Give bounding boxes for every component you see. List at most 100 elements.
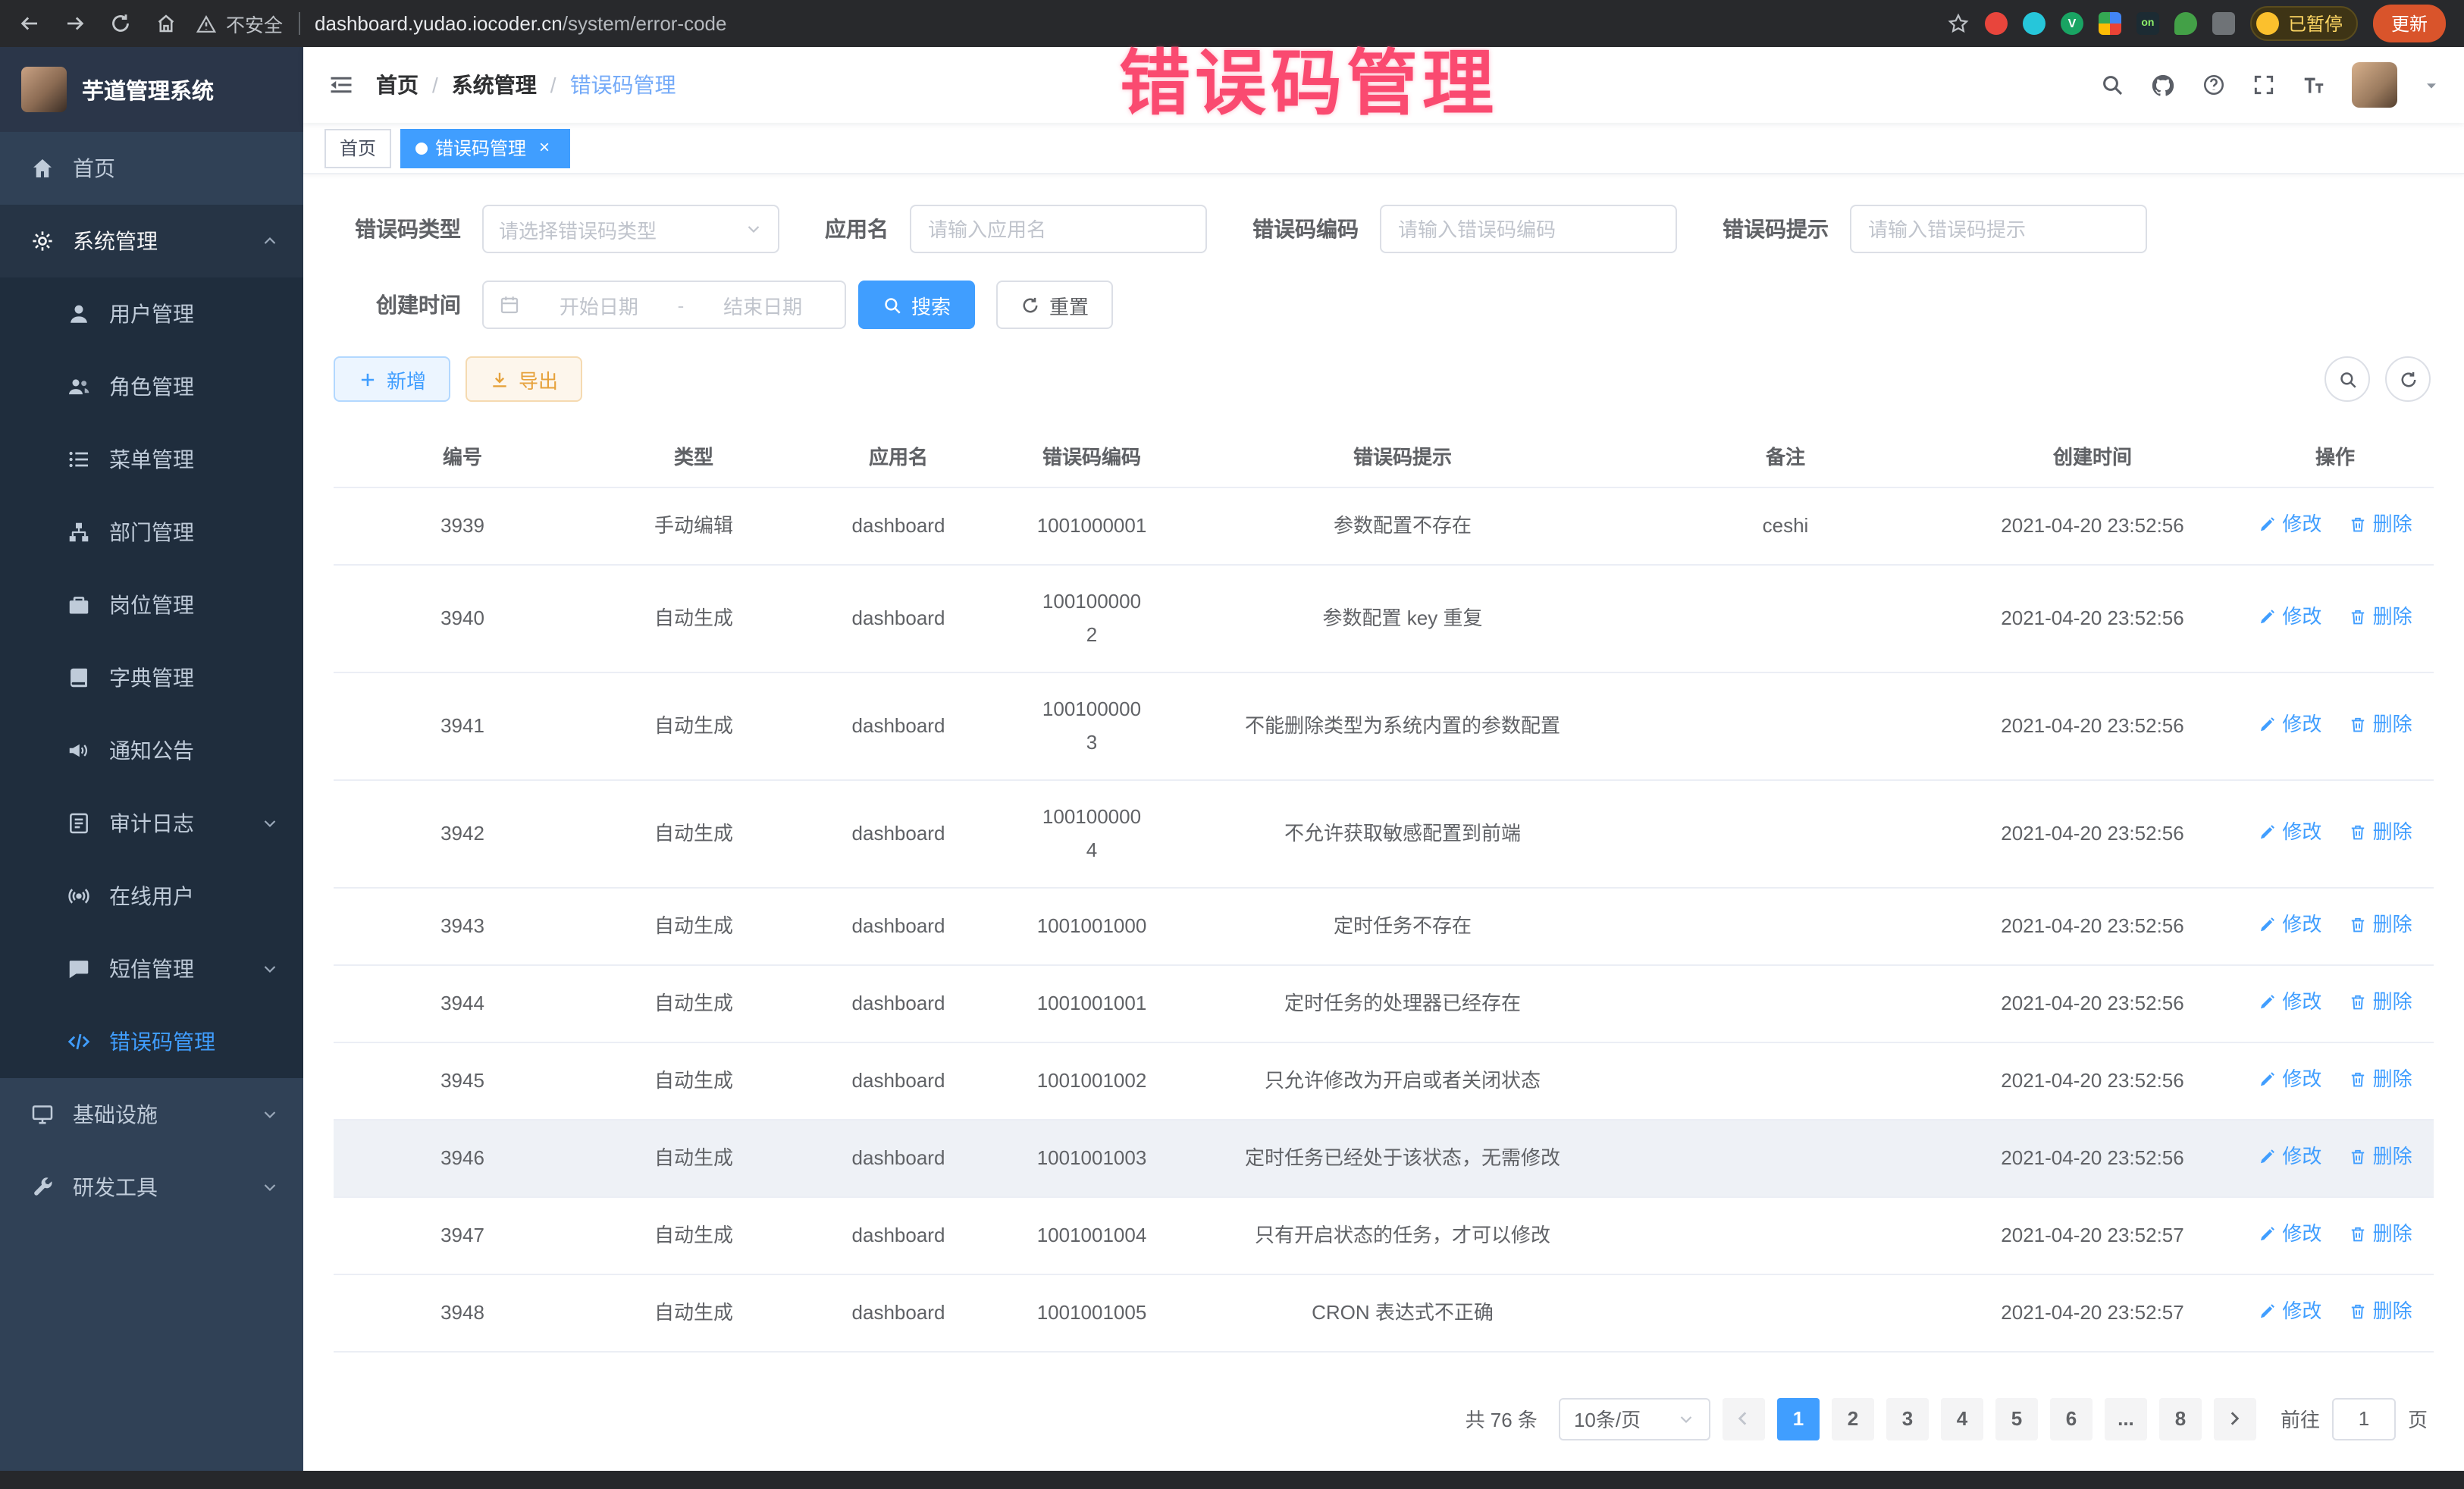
edit-button[interactable]: 修改 (2258, 600, 2321, 633)
sidebar-item[interactable]: 错误码管理 (0, 1005, 303, 1078)
paused-extension-badge[interactable]: 已暂停 (2250, 6, 2358, 41)
prev-page-button[interactable] (1723, 1397, 1765, 1440)
forward-icon[interactable] (64, 12, 86, 35)
address-bar[interactable]: 不安全 dashboard.yudao.iocoder.cn/system/er… (196, 9, 1929, 38)
delete-button[interactable]: 删除 (2349, 600, 2412, 633)
page-button[interactable]: 5 (1995, 1397, 2038, 1440)
next-page-button[interactable] (2214, 1397, 2256, 1440)
edit-button[interactable]: 修改 (2258, 1062, 2321, 1096)
cell-type: 自动生成 (591, 1274, 796, 1351)
app-logo[interactable]: 芋道管理系统 (0, 47, 303, 132)
delete-button[interactable]: 删除 (2349, 707, 2412, 741)
tag[interactable]: 错误码管理 × (400, 128, 570, 168)
page-button[interactable]: 6 (2050, 1397, 2093, 1440)
delete-button[interactable]: 删除 (2349, 1217, 2412, 1250)
recorder-dot-icon[interactable] (1985, 12, 2008, 35)
avatar-caret-icon[interactable] (2423, 77, 2440, 93)
cell-remark (1622, 1274, 1948, 1351)
fullscreen-icon[interactable] (2252, 73, 2276, 97)
edit-button[interactable]: 修改 (2258, 507, 2321, 541)
close-icon[interactable]: × (534, 137, 555, 158)
bookmark-star-icon[interactable] (1947, 12, 1970, 35)
home-icon[interactable] (155, 12, 177, 35)
sidebar-item-label: 研发工具 (73, 1172, 261, 1202)
refresh-table-button[interactable] (2385, 356, 2431, 402)
sidebar-item[interactable]: 用户管理 (0, 277, 303, 350)
breadcrumb-item[interactable]: 首页 (376, 70, 419, 100)
edit-button[interactable]: 修改 (2258, 707, 2321, 741)
app-filter-input[interactable] (910, 205, 1207, 253)
delete-button[interactable]: 删除 (2349, 507, 2412, 541)
reset-button[interactable]: 重置 (996, 281, 1113, 329)
add-button[interactable]: 新增 (334, 356, 450, 402)
reload-icon[interactable] (109, 12, 132, 35)
sidebar-item[interactable]: 研发工具 (0, 1151, 303, 1224)
sms-icon (67, 957, 91, 981)
sidebar-item[interactable]: 系统管理 (0, 205, 303, 277)
color-grid-icon[interactable] (2099, 12, 2121, 35)
github-icon[interactable] (2150, 72, 2176, 98)
user-avatar[interactable] (2352, 62, 2397, 108)
delete-button[interactable]: 删除 (2349, 1139, 2412, 1173)
page-button[interactable]: 1 (1777, 1397, 1820, 1440)
sidebar-item[interactable]: 字典管理 (0, 641, 303, 714)
collapse-sidebar-icon[interactable] (328, 71, 355, 99)
help-icon[interactable] (2202, 73, 2226, 97)
app-filter-label: 应用名 (825, 214, 889, 244)
goto-page-input[interactable] (2332, 1397, 2396, 1440)
sidebar-item[interactable]: 基础设施 (0, 1078, 303, 1151)
date-range-picker[interactable]: 开始日期 - 结束日期 (482, 281, 846, 329)
breadcrumb-item[interactable]: 错误码管理 (570, 70, 676, 100)
code-filter-input[interactable] (1380, 205, 1677, 253)
edit-button[interactable]: 修改 (2258, 908, 2321, 941)
delete-button[interactable]: 删除 (2349, 1294, 2412, 1328)
page-button[interactable]: 3 (1886, 1397, 1929, 1440)
type-filter-select[interactable]: 请选择错误码类型 (482, 205, 779, 253)
edit-button[interactable]: 修改 (2258, 1217, 2321, 1250)
breadcrumb-item[interactable]: 系统管理 (452, 70, 537, 100)
cell-code: 1001001003 (1001, 1119, 1183, 1196)
page-button[interactable]: 8 (2159, 1397, 2202, 1440)
security-indicator[interactable]: 不安全 (196, 9, 283, 38)
teal-drop-icon[interactable] (2023, 12, 2045, 35)
search-icon[interactable] (2100, 73, 2124, 97)
leaf-icon[interactable] (2174, 12, 2197, 35)
delete-button[interactable]: 删除 (2349, 908, 2412, 941)
cell-remark (1622, 964, 1948, 1042)
toggle-search-button[interactable] (2324, 356, 2370, 402)
page-button[interactable]: 4 (1941, 1397, 1983, 1440)
font-size-icon[interactable] (2302, 73, 2326, 97)
edit-button[interactable]: 修改 (2258, 815, 2321, 848)
trash-icon (2349, 992, 2367, 1011)
sidebar-item[interactable]: 角色管理 (0, 350, 303, 423)
msg-filter-input[interactable] (1850, 205, 2147, 253)
tag[interactable]: 首页 × (324, 128, 391, 168)
sidebar-item[interactable]: 短信管理 (0, 933, 303, 1005)
delete-button[interactable]: 删除 (2349, 985, 2412, 1018)
search-button[interactable]: 搜索 (858, 281, 975, 329)
page-button[interactable]: 2 (1832, 1397, 1874, 1440)
on-badge-icon[interactable] (2136, 12, 2159, 35)
back-icon[interactable] (18, 12, 41, 35)
export-button[interactable]: 导出 (466, 356, 582, 402)
sidebar-item[interactable]: 首页 (0, 132, 303, 205)
page-size-select[interactable]: 10条/页 (1559, 1397, 1710, 1440)
edit-button[interactable]: 修改 (2258, 985, 2321, 1018)
edit-button[interactable]: 修改 (2258, 1139, 2321, 1173)
trash-icon (2349, 607, 2367, 625)
delete-button[interactable]: 删除 (2349, 815, 2412, 848)
sidebar-item[interactable]: 岗位管理 (0, 569, 303, 641)
green-v-icon[interactable] (2061, 12, 2083, 35)
edit-button[interactable]: 修改 (2258, 1294, 2321, 1328)
sidebar-item[interactable]: 菜单管理 (0, 423, 303, 496)
sidebar-item[interactable]: 审计日志 (0, 787, 303, 860)
sidebar-item[interactable]: 部门管理 (0, 496, 303, 569)
page-button[interactable]: ... (2105, 1397, 2147, 1440)
sidebar-item[interactable]: 在线用户 (0, 860, 303, 933)
delete-button[interactable]: 删除 (2349, 1062, 2412, 1096)
sidebar-item-label: 用户管理 (109, 299, 279, 329)
update-button[interactable]: 更新 (2373, 5, 2446, 42)
sidebar-item[interactable]: 通知公告 (0, 714, 303, 787)
pin-icon[interactable] (2212, 12, 2235, 35)
cell-id: 3948 (334, 1274, 591, 1351)
